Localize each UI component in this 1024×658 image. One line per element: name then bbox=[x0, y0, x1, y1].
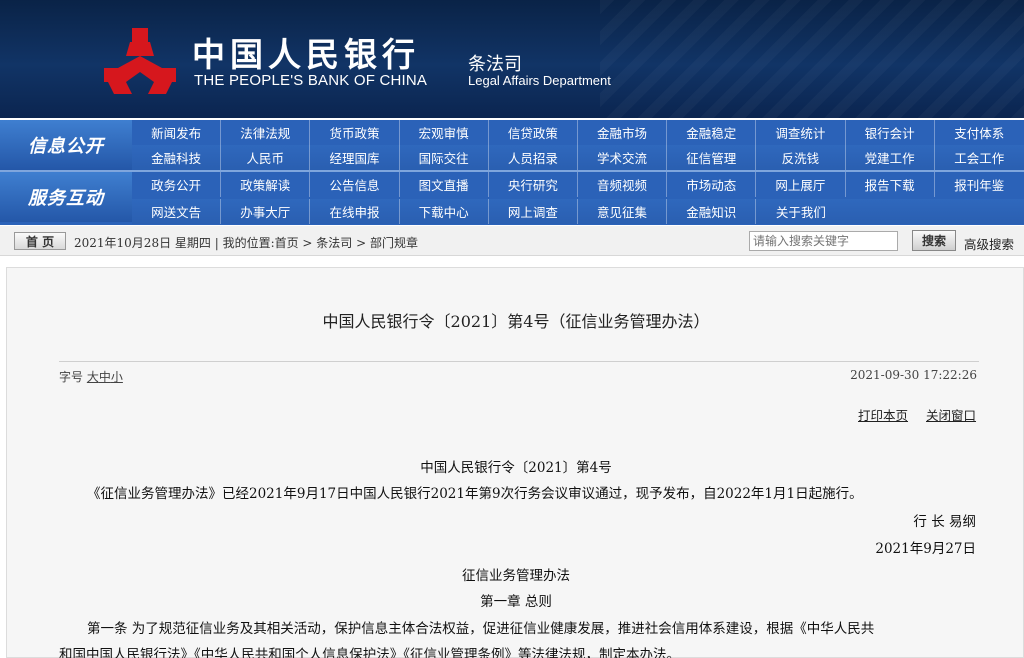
breadcrumb-bar: 首 页 2021年10月28日 星期四 | 我的位置:首页 > 条法司 > 部门… bbox=[0, 226, 1024, 256]
article-paragraph: 第一条 为了规范征信业务及其相关活动，保护信息主体合法权益，促进征信业健康发展，… bbox=[87, 621, 875, 637]
nav-item[interactable]: 市场动态 bbox=[667, 172, 757, 197]
nav-row: 政务公开 政策解读 公告信息 图文直播 央行研究 音频视频 市场动态 网上展厅 报告下载 报刊年鉴 bbox=[132, 172, 1024, 197]
nav-item[interactable]: 人民币 bbox=[221, 145, 311, 170]
font-size-small-link[interactable]: 小 bbox=[111, 370, 123, 384]
nav-item[interactable]: 政策解读 bbox=[221, 172, 311, 197]
nav-item[interactable]: 关于我们 bbox=[756, 199, 845, 224]
department-name-en: Legal Affairs Department bbox=[468, 73, 611, 88]
site-banner: 中国人民银行 THE PEOPLE'S BANK OF CHINA 条法司 Le… bbox=[0, 0, 1024, 118]
article-panel: 中国人民银行令〔2021〕第4号（征信业务管理办法） 字号 大中小 2021-0… bbox=[6, 267, 1024, 658]
brand-name-cn: 中国人民银行 bbox=[192, 35, 420, 74]
nav-group-info: 信息公开 新闻发布 法律法规 货币政策 宏观审慎 信贷政策 金融市场 金融稳定 调查统计 银行会… bbox=[0, 120, 1024, 170]
nav-item[interactable]: 金融稳定 bbox=[667, 120, 757, 145]
banner-pattern bbox=[600, 0, 1024, 118]
nav-group-label-service[interactable]: 服务互动 bbox=[0, 172, 132, 222]
publish-datetime: 2021-09-30 17:22:26 bbox=[850, 368, 977, 382]
nav-item[interactable]: 党建工作 bbox=[846, 145, 935, 170]
signer: 行 长 易纲 bbox=[913, 514, 976, 530]
nav-item[interactable]: 网上展厅 bbox=[756, 172, 846, 197]
sign-date: 2021年9月27日 bbox=[875, 541, 976, 557]
nav-group-label-info[interactable]: 信息公开 bbox=[0, 120, 132, 170]
nav-item[interactable]: 工会工作 bbox=[935, 145, 1024, 170]
nav-row: 金融科技 人民币 经理国库 国际交往 人员招录 学术交流 征信管理 反洗钱 党建工作 工会工作 bbox=[132, 145, 1024, 170]
pboc-logo-icon[interactable] bbox=[102, 26, 178, 96]
nav-item[interactable]: 金融市场 bbox=[578, 120, 668, 145]
nav-item[interactable]: 支付体系 bbox=[935, 120, 1024, 145]
nav-item[interactable]: 人员招录 bbox=[489, 145, 578, 170]
nav-item[interactable]: 金融知识 bbox=[667, 199, 757, 224]
nav-item[interactable]: 法律法规 bbox=[221, 120, 311, 145]
nav-item[interactable]: 调查统计 bbox=[756, 120, 846, 145]
intro-paragraph: 《征信业务管理办法》已经2021年9月17日中国人民银行2021年第9次行务会议… bbox=[87, 486, 863, 502]
search-input[interactable] bbox=[749, 231, 898, 251]
nav-item[interactable]: 下载中心 bbox=[400, 199, 489, 224]
font-size-controls: 字号 大中小 bbox=[59, 368, 123, 385]
advanced-search-link[interactable]: 高级搜索 bbox=[964, 234, 1014, 253]
title-divider bbox=[59, 361, 979, 362]
font-size-label: 字号 bbox=[59, 370, 84, 384]
nav-item[interactable]: 新闻发布 bbox=[132, 120, 222, 145]
nav-item[interactable]: 央行研究 bbox=[489, 172, 578, 197]
nav-item[interactable]: 信贷政策 bbox=[489, 120, 578, 145]
document-name: 征信业务管理办法 bbox=[462, 568, 570, 584]
nav-row: 新闻发布 法律法规 货币政策 宏观审慎 信贷政策 金融市场 金融稳定 调查统计 银行会计 支付体系 bbox=[132, 120, 1024, 145]
brand-name-en: THE PEOPLE'S BANK OF CHINA bbox=[194, 72, 428, 89]
breadcrumb: 2021年10月28日 星期四 | 我的位置:首页 > 条法司 > 部门规章 bbox=[74, 236, 418, 250]
close-window-link[interactable]: 关闭窗口 bbox=[926, 405, 976, 424]
nav-item[interactable]: 银行会计 bbox=[846, 120, 935, 145]
font-size-medium-link[interactable]: 中 bbox=[99, 370, 111, 384]
nav-item[interactable]: 报刊年鉴 bbox=[935, 172, 1024, 197]
search-button[interactable]: 搜索 bbox=[912, 230, 956, 251]
nav-item[interactable]: 网上调查 bbox=[489, 199, 578, 224]
order-number: 中国人民银行令〔2021〕第4号 bbox=[420, 460, 612, 476]
nav-group-service: 服务互动 政务公开 政策解读 公告信息 图文直播 央行研究 音频视频 市场动态 网上展厅 报告下… bbox=[0, 172, 1024, 224]
nav-item[interactable]: 网送文告 bbox=[132, 199, 222, 224]
nav-item[interactable]: 政务公开 bbox=[132, 172, 222, 197]
nav-item[interactable]: 国际交往 bbox=[400, 145, 489, 170]
page-title: 中国人民银行令〔2021〕第4号（征信业务管理办法） bbox=[322, 312, 710, 331]
chapter-heading: 第一章 总则 bbox=[480, 594, 552, 610]
nav-item[interactable]: 经理国库 bbox=[310, 145, 400, 170]
font-size-large-link[interactable]: 大 bbox=[87, 370, 99, 384]
article-paragraph: 和国中国人民银行法》《中华人民共和国个人信息保护法》《征信业管理条例》等法律法规… bbox=[59, 647, 680, 658]
nav-item[interactable]: 金融科技 bbox=[132, 145, 222, 170]
print-page-link[interactable]: 打印本页 bbox=[858, 405, 908, 424]
nav-item[interactable]: 学术交流 bbox=[578, 145, 668, 170]
nav-item[interactable]: 音频视频 bbox=[578, 172, 668, 197]
main-navigation: 信息公开 新闻发布 法律法规 货币政策 宏观审慎 信贷政策 金融市场 金融稳定 调查统计 银行会… bbox=[0, 120, 1024, 225]
nav-item[interactable]: 办事大厅 bbox=[221, 199, 311, 224]
nav-item[interactable]: 意见征集 bbox=[578, 199, 668, 224]
nav-item[interactable]: 公告信息 bbox=[310, 172, 400, 197]
nav-item[interactable]: 在线申报 bbox=[310, 199, 400, 224]
nav-item[interactable]: 征信管理 bbox=[667, 145, 757, 170]
nav-item[interactable]: 宏观审慎 bbox=[400, 120, 489, 145]
nav-item[interactable]: 图文直播 bbox=[400, 172, 489, 197]
nav-item[interactable]: 反洗钱 bbox=[756, 145, 846, 170]
nav-item[interactable]: 货币政策 bbox=[310, 120, 400, 145]
nav-item[interactable]: 报告下载 bbox=[846, 172, 935, 197]
home-button[interactable]: 首 页 bbox=[14, 232, 66, 250]
nav-row: 网送文告 办事大厅 在线申报 下载中心 网上调查 意见征集 金融知识 关于我们 bbox=[132, 199, 1024, 224]
